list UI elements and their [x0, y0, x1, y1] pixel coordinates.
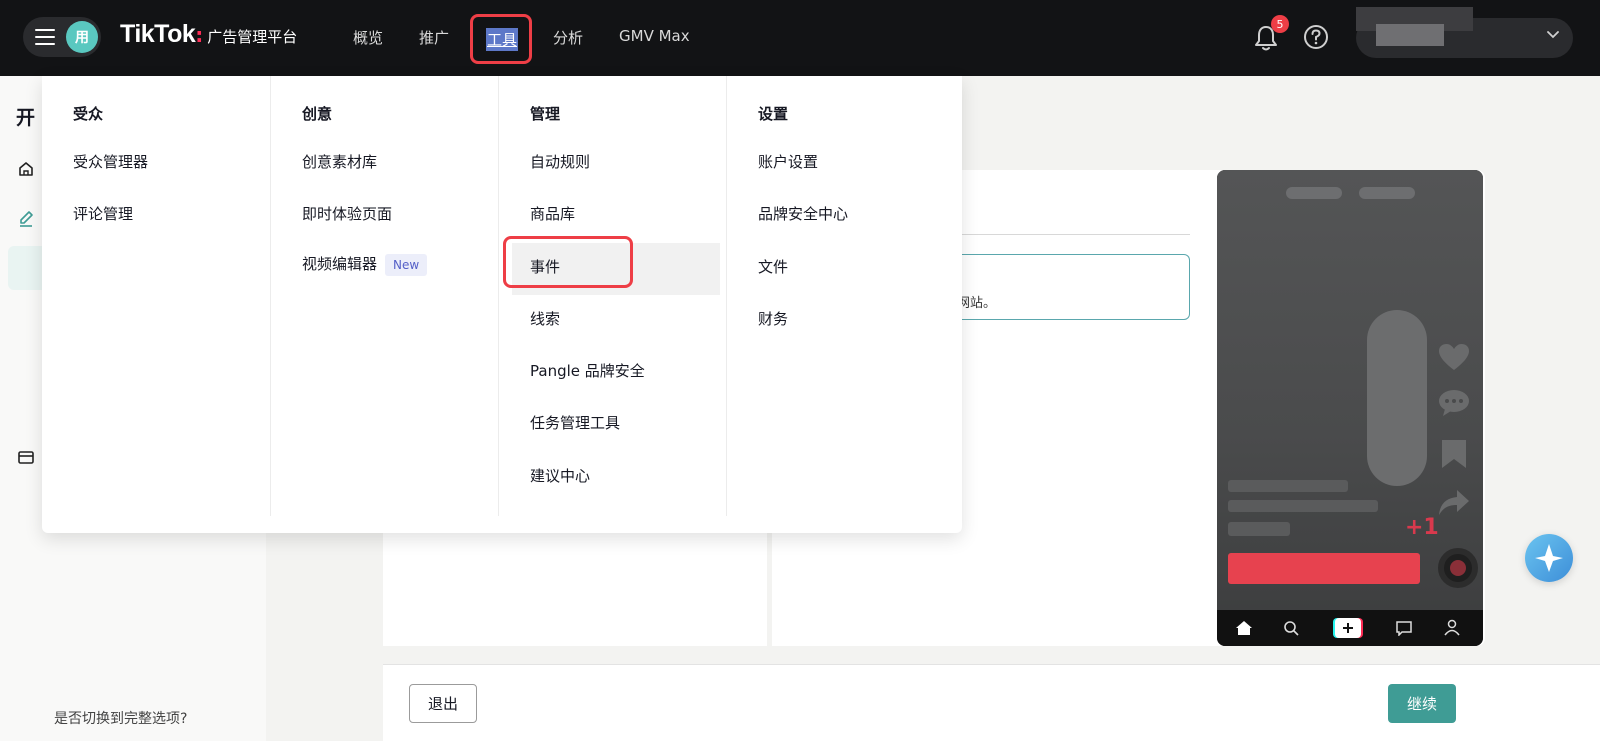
menu-item-video-editor-label[interactable]: 视频编辑器 [302, 255, 377, 273]
plus-one-label: +1 [1405, 515, 1439, 540]
menu-item-instant-page[interactable]: 即时体验页面 [302, 203, 392, 224]
nav-tools-label[interactable]: 工具 [486, 28, 519, 51]
account-switcher[interactable] [1356, 7, 1573, 58]
help-icon[interactable] [1303, 24, 1329, 50]
menu-item-leads[interactable]: 线索 [530, 308, 560, 329]
continue-button[interactable]: 继续 [1388, 684, 1456, 723]
home-icon [1236, 621, 1252, 635]
preview-cta-button [1228, 553, 1420, 584]
menu-item-brand-safety-center[interactable]: 品牌安全中心 [758, 203, 848, 224]
share-icon [1439, 490, 1469, 515]
notification-badge: 5 [1271, 15, 1289, 33]
sparkle-icon [1535, 544, 1563, 572]
menu-item-files[interactable]: 文件 [758, 256, 788, 277]
menu-item-video-editor[interactable]: 视频编辑器 New [302, 253, 428, 276]
music-disc-icon [1438, 548, 1478, 588]
menu-heading-creative: 创意 [302, 105, 333, 123]
menu-icon[interactable] [35, 29, 55, 46]
inbox-icon [1396, 621, 1412, 636]
menu-column-audience: 受众 受众管理器 评论管理 [42, 76, 270, 516]
nav-analytics[interactable]: 分析 [553, 27, 583, 48]
footer-action-bar: 退出 继续 [383, 664, 1600, 741]
sidebar-title: 开 [16, 107, 36, 129]
new-badge: New [385, 253, 428, 276]
edit-icon[interactable] [17, 210, 35, 228]
nav-promote[interactable]: 推广 [419, 27, 449, 48]
preview-bottom-nav [1217, 610, 1483, 646]
exit-button[interactable]: 退出 [409, 684, 477, 723]
menu-column-settings: 设置 账户设置 品牌安全中心 文件 财务 [726, 76, 954, 516]
chevron-down-icon[interactable] [1547, 31, 1559, 39]
ad-phone-preview: +1 [1217, 170, 1483, 646]
switch-full-options-link[interactable]: 是否切换到完整选项? [54, 708, 187, 728]
menu-item-creative-library[interactable]: 创意素材库 [302, 151, 377, 172]
account-id-redacted [1376, 24, 1444, 46]
logo-subtitle: 广告管理平台 [207, 28, 298, 46]
menu-item-automated-rules[interactable]: 自动规则 [530, 151, 590, 172]
top-navigation-bar: 用 TikTok : 广告管理平台 概览 推广 工具 分析 GMV Max 5 [0, 0, 1600, 76]
wallet-icon[interactable] [17, 448, 35, 466]
product-sunglasses-image [1367, 310, 1427, 486]
nav-tools[interactable]: 工具 [470, 14, 532, 64]
menu-heading-settings: 设置 [758, 105, 789, 123]
caption-placeholder [1228, 500, 1378, 512]
avatar[interactable]: 用 [66, 21, 98, 53]
menu-heading-audience: 受众 [73, 105, 104, 123]
caption-placeholder [1228, 480, 1348, 492]
comment-icon [1439, 390, 1469, 416]
heart-icon [1439, 344, 1469, 370]
nav-gmv-max[interactable]: GMV Max [619, 27, 690, 45]
home-icon[interactable] [17, 160, 35, 178]
logo-brand: TikTok [120, 20, 196, 48]
menu-heading-management: 管理 [530, 105, 561, 123]
menu-item-pangle-brand-safety[interactable]: Pangle 品牌安全 [530, 360, 645, 381]
menu-item-finance[interactable]: 财务 [758, 308, 788, 329]
menu-item-comment-management[interactable]: 评论管理 [73, 203, 133, 224]
menu-column-management: 管理 自动规则 商品库 事件 线索 Pangle 品牌安全 任务管理工具 建议中… [498, 76, 726, 516]
tools-dropdown-menu: 受众 受众管理器 评论管理 创意 创意素材库 即时体验页面 视频编辑器 New 管… [42, 76, 962, 533]
menu-column-creative: 创意 创意素材库 即时体验页面 视频编辑器 New [270, 76, 498, 516]
bookmark-icon [1442, 440, 1466, 468]
menu-item-recommendations-center[interactable]: 建议中心 [530, 465, 590, 486]
search-icon [1284, 621, 1299, 636]
profile-icon [1444, 619, 1460, 636]
preview-tab-pill [1286, 187, 1342, 199]
preview-tab-pill [1359, 187, 1415, 199]
nav-overview[interactable]: 概览 [353, 27, 383, 48]
create-plus-icon [1333, 618, 1363, 638]
menu-item-catalogs[interactable]: 商品库 [530, 203, 575, 224]
menu-avatar-pill[interactable]: 用 [23, 17, 101, 57]
caption-placeholder [1228, 522, 1290, 536]
menu-item-account-settings[interactable]: 账户设置 [758, 151, 818, 172]
tiktok-ads-logo[interactable]: TikTok : 广告管理平台 [120, 20, 297, 54]
notice-text: 网站。 [957, 296, 997, 311]
menu-item-task-manager[interactable]: 任务管理工具 [530, 412, 620, 433]
logo-colon: : [195, 23, 204, 47]
ai-assistant-button[interactable] [1525, 534, 1573, 582]
events-highlight-box [503, 236, 633, 288]
menu-item-audience-manager[interactable]: 受众管理器 [73, 151, 148, 172]
